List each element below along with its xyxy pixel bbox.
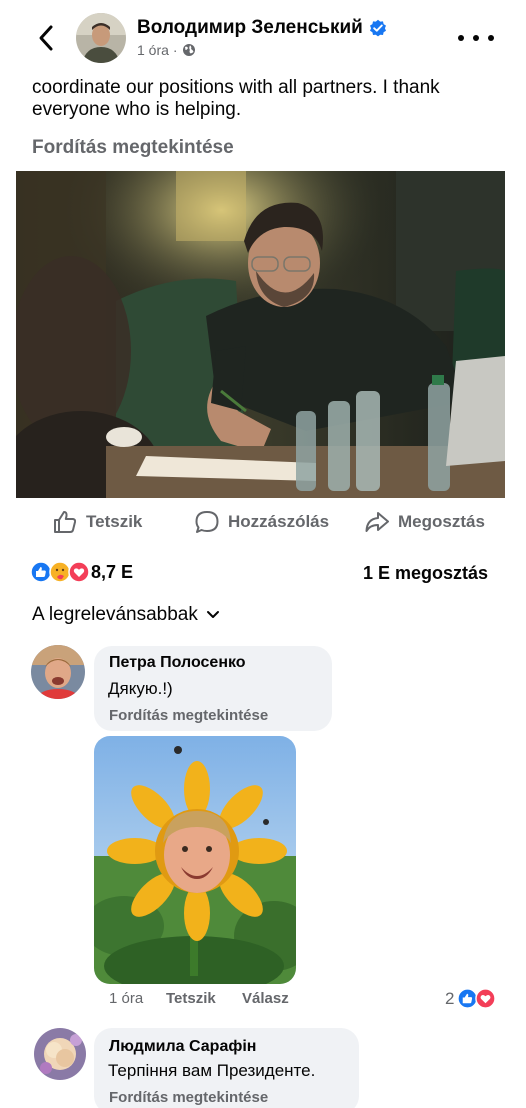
post-header: Володимир Зеленський 1 óra · xyxy=(0,0,526,76)
more-horizontal-icon xyxy=(458,35,464,41)
more-options-button[interactable] xyxy=(458,26,494,50)
love-reaction-icon xyxy=(475,988,497,1009)
comment-sticker-image[interactable] xyxy=(94,736,296,984)
chevron-down-icon xyxy=(206,611,219,618)
verified-badge-icon xyxy=(369,19,386,37)
chevron-left-icon xyxy=(39,25,53,51)
comment-text: Дякую.!) xyxy=(108,679,173,698)
comment-reaction-count: 2 xyxy=(445,988,455,1008)
post-meta: 1 óra · xyxy=(137,42,196,58)
back-button[interactable] xyxy=(30,22,62,54)
share-button[interactable]: Megosztás xyxy=(364,509,485,535)
reaction-count: 8,7 E xyxy=(91,561,134,582)
author-avatar[interactable] xyxy=(76,13,126,63)
comment-text: Терпіння вам Президенте. xyxy=(108,1061,316,1080)
thumbs-up-icon xyxy=(54,511,77,533)
author-name[interactable]: Володимир Зеленський xyxy=(137,17,387,39)
reaction-summary[interactable]: 8,7 E xyxy=(30,561,133,583)
post-action-bar: Tetszik Hozzászólás Megosztás xyxy=(0,505,526,541)
comment-reactions[interactable]: 2 xyxy=(445,988,497,1009)
globe-icon xyxy=(182,44,195,56)
commenter-avatar[interactable] xyxy=(31,645,85,699)
share-arrow-icon xyxy=(365,512,389,532)
see-translation-link[interactable]: Fordítás megtekintése xyxy=(32,137,234,159)
commenter-avatar[interactable] xyxy=(34,1028,86,1080)
like-button[interactable]: Tetszik xyxy=(52,509,142,535)
comment-author[interactable]: Людмила Сарафін xyxy=(109,1038,256,1056)
comment-time: 1 óra xyxy=(109,990,144,1007)
comment-sort-dropdown[interactable]: A legrelevánsabbak xyxy=(32,604,220,626)
comment-author[interactable]: Петра Полосенко xyxy=(109,654,246,672)
comment-reply-button[interactable]: Válasz xyxy=(242,990,289,1007)
comment-see-translation-link[interactable]: Fordítás megtekintése xyxy=(109,1089,268,1106)
post-text: coordinate our positions with all partne… xyxy=(32,77,440,120)
comment-bubble-icon xyxy=(195,511,219,533)
post-photo[interactable] xyxy=(16,171,505,498)
comment-like-button[interactable]: Tetszik xyxy=(166,990,216,1007)
comment-button[interactable]: Hozzászólás xyxy=(194,509,329,535)
love-reaction-icon xyxy=(68,561,90,583)
share-count[interactable]: 1 E megosztás xyxy=(363,563,488,584)
comment-see-translation-link[interactable]: Fordítás megtekintése xyxy=(109,707,268,724)
